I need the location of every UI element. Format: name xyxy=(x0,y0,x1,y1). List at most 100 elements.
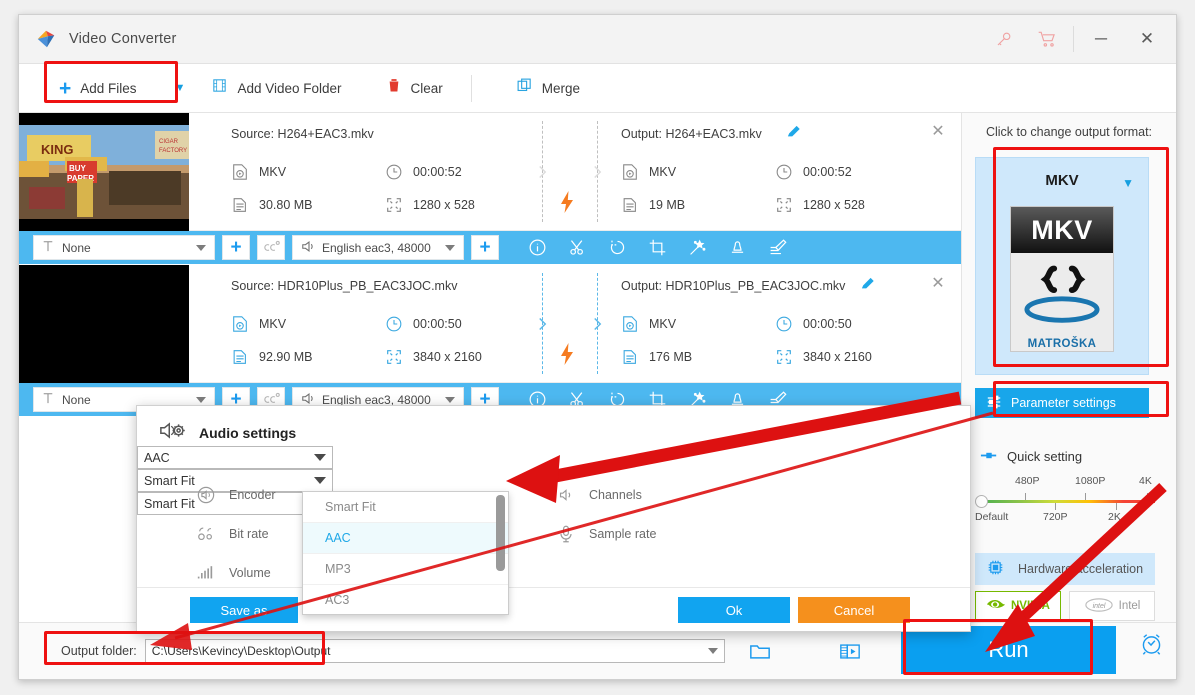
list-item[interactable]: MP3 xyxy=(303,554,508,585)
subtitle-select[interactable]: None xyxy=(33,235,215,260)
remove-file-button[interactable]: ✕ xyxy=(929,123,947,141)
bitrate-icon xyxy=(195,523,217,545)
slider-knob[interactable] xyxy=(975,495,988,508)
output-folder-label: Output folder: xyxy=(61,644,137,658)
chevron-down-icon xyxy=(445,397,455,403)
list-item[interactable]: AC3 xyxy=(303,585,508,615)
source-title: Source: H264+EAC3.mkv xyxy=(231,127,374,141)
gpu-nvidia-button[interactable]: NVIDIA xyxy=(975,591,1061,621)
merge-button[interactable]: Merge xyxy=(506,68,590,108)
output-folder-input[interactable]: C:\Users\Kevincy\Desktop\Output xyxy=(145,639,725,663)
intel-logo-icon: intel xyxy=(1084,598,1114,615)
table-row[interactable]: Source: HDR10Plus_PB_EAC3JOC.mkv Output:… xyxy=(19,265,961,383)
add-files-button[interactable]: + Add Files xyxy=(49,68,147,108)
clock-icon xyxy=(775,315,793,333)
strip-tool-icons xyxy=(517,238,797,257)
media-player-icon[interactable] xyxy=(827,642,873,661)
alarm-clock-icon[interactable] xyxy=(1139,631,1164,661)
chevron-down-icon[interactable] xyxy=(314,477,326,484)
slider-track[interactable] xyxy=(975,493,1155,509)
dropdown-scrollbar[interactable] xyxy=(496,495,505,611)
audio-track-select[interactable]: English eac3, 48000 xyxy=(292,235,464,260)
add-audio-button[interactable]: + xyxy=(471,235,499,260)
matroska-logo-top-text: MKV xyxy=(1011,207,1113,253)
matroska-logo-icon: MKV MATROŠKA xyxy=(1010,206,1114,352)
slider-tick xyxy=(1085,493,1086,500)
ok-button[interactable]: Ok xyxy=(678,597,790,623)
parameter-settings-button[interactable]: Parameter settings xyxy=(975,388,1149,418)
closed-caption-button[interactable] xyxy=(257,235,285,260)
matroska-logo-bottom-text: MATROŠKA xyxy=(1011,338,1113,350)
output-duration: 00:00:52 xyxy=(775,163,852,181)
license-key-icon[interactable] xyxy=(981,15,1025,64)
audio-settings-icon xyxy=(159,420,187,446)
file-info: Source: H264+EAC3.mkv Output: H264+EAC3.… xyxy=(189,113,961,230)
toolbar-divider xyxy=(471,75,472,102)
rotate-icon[interactable] xyxy=(597,238,637,257)
list-item[interactable]: AAC xyxy=(303,523,508,554)
remove-file-button[interactable]: ✕ xyxy=(929,275,947,293)
volume-row: Volume xyxy=(195,562,271,584)
slider-top-labels: 480P 1080P 4K xyxy=(975,475,1155,491)
output-format-card[interactable]: MKV ▼ MKV MATROŠKA xyxy=(975,157,1149,375)
speaker-round-icon xyxy=(195,484,217,506)
chevron-right-icon-1 xyxy=(537,163,548,181)
source-size-text: 30.80 MB xyxy=(259,198,313,212)
output-resolution: 1280 x 528 xyxy=(775,196,865,214)
source-format-text: MKV xyxy=(259,317,286,331)
source-resolution-text: 1280 x 528 xyxy=(413,198,475,212)
slider-label-1080p: 1080P xyxy=(1075,475,1105,487)
output-resolution-text: 1280 x 528 xyxy=(803,198,865,212)
scrollbar-thumb[interactable] xyxy=(496,495,505,571)
chevron-down-icon[interactable] xyxy=(314,454,326,461)
watermark-icon[interactable] xyxy=(717,238,757,257)
output-resolution: 3840 x 2160 xyxy=(775,348,872,366)
cancel-button[interactable]: Cancel xyxy=(798,597,910,623)
resolution-icon xyxy=(775,348,793,366)
app-window: Video Converter ─ ✕ + xyxy=(18,14,1177,680)
quality-slider[interactable]: 480P 1080P 4K Default 720P 2K xyxy=(975,475,1155,527)
resolution-icon xyxy=(385,196,403,214)
shopping-cart-icon[interactable] xyxy=(1025,15,1069,64)
svg-text:FACTORY: FACTORY xyxy=(159,148,187,154)
add-subtitle-button[interactable]: + xyxy=(222,235,250,260)
open-folder-icon[interactable] xyxy=(737,642,783,661)
edit-output-name-icon[interactable] xyxy=(861,277,875,291)
subtitle-text-icon xyxy=(42,392,54,407)
output-format-text: MKV xyxy=(649,317,676,331)
run-button[interactable]: Run xyxy=(901,626,1116,674)
parameter-settings-label: Parameter settings xyxy=(1011,396,1116,410)
add-files-dropdown-button[interactable]: ▼ xyxy=(165,68,196,108)
slider-label-2k: 2K xyxy=(1108,511,1121,523)
hardware-acceleration-button[interactable]: Hardware acceleration xyxy=(975,553,1155,585)
clock-icon xyxy=(385,315,403,333)
chevron-down-icon[interactable]: ▼ xyxy=(1122,176,1134,190)
file-size-icon xyxy=(621,348,639,366)
save-as-button[interactable]: Save as xyxy=(190,597,298,623)
chevron-down-icon[interactable] xyxy=(708,648,718,654)
gpu-intel-button[interactable]: intel Intel xyxy=(1069,591,1155,621)
info-icon[interactable] xyxy=(517,238,557,257)
encoder-select[interactable]: AAC xyxy=(137,446,333,469)
crop-icon[interactable] xyxy=(637,238,677,257)
minimize-button[interactable]: ─ xyxy=(1078,15,1124,64)
volume-label: Volume xyxy=(229,566,271,580)
list-item[interactable]: Smart Fit xyxy=(303,492,508,523)
file-info: Source: HDR10Plus_PB_EAC3JOC.mkv Output:… xyxy=(189,265,961,382)
source-duration-text: 00:00:52 xyxy=(413,165,462,179)
file-format-icon xyxy=(231,315,249,333)
table-row[interactable]: KING BUY PAPER CIGAR FACTORY xyxy=(19,113,961,231)
app-logo-icon xyxy=(35,28,57,50)
encoder-dropdown-list[interactable]: Smart Fit AAC MP3 AC3 xyxy=(302,491,509,615)
output-format: MKV xyxy=(621,315,676,333)
cut-icon[interactable] xyxy=(557,238,597,257)
subtitle-edit-icon[interactable] xyxy=(757,238,797,257)
edit-output-name-icon[interactable] xyxy=(787,125,801,139)
effect-icon[interactable] xyxy=(677,238,717,257)
subtitle-text-icon xyxy=(42,240,54,255)
clear-button[interactable]: Clear xyxy=(376,68,453,108)
add-video-folder-button[interactable]: Add Video Folder xyxy=(201,68,351,108)
channels-row: Channels xyxy=(555,484,642,506)
close-button[interactable]: ✕ xyxy=(1124,15,1170,64)
video-thumbnail: KING BUY PAPER CIGAR FACTORY xyxy=(19,113,189,231)
